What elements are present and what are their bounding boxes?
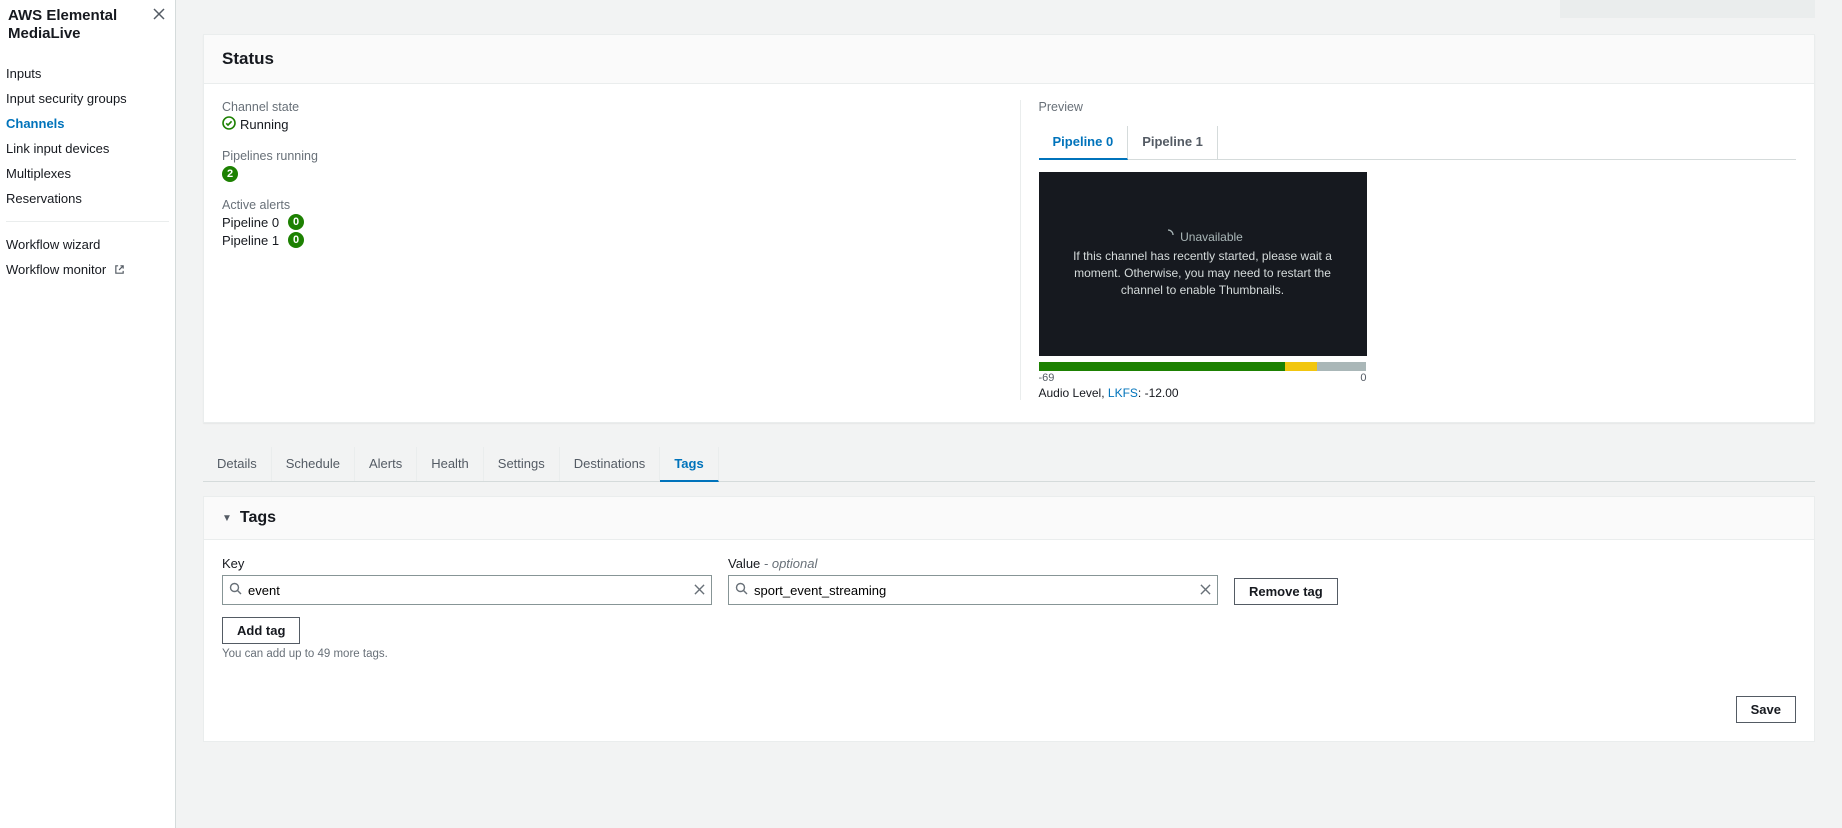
tag-row: Key Value - optional — [222, 556, 1796, 605]
audio-scale-max: 0 — [1360, 372, 1366, 384]
audio-segment-yellow — [1285, 362, 1318, 371]
save-button[interactable]: Save — [1736, 696, 1796, 723]
alert-pipeline-1-count: 0 — [288, 232, 304, 248]
tab-pipeline-0[interactable]: Pipeline 0 — [1039, 126, 1129, 160]
lkfs-link[interactable]: LKFS — [1108, 386, 1138, 400]
channel-state-label: Channel state — [222, 100, 980, 114]
audio-level-meter — [1039, 362, 1367, 371]
audio-level-value: : -12.00 — [1138, 386, 1179, 400]
tag-hint: You can add up to 49 more tags. — [222, 648, 1796, 660]
tag-key-col: Key — [222, 556, 712, 605]
audio-label-prefix: Audio Level, — [1039, 386, 1108, 400]
sidebar-nav: Inputs Input security groups Channels Li… — [0, 57, 175, 287]
audio-scale: -69 0 — [1039, 372, 1367, 384]
tag-key-input[interactable] — [242, 579, 694, 602]
main-content: Status Channel state Running — [176, 0, 1842, 828]
pipelines-count-badge: 2 — [222, 166, 238, 182]
external-link-icon — [114, 262, 125, 279]
channel-tab-bar: Details Schedule Alerts Health Settings … — [203, 447, 1815, 482]
sidebar-item-multiplexes[interactable]: Multiplexes — [0, 161, 175, 186]
tab-schedule[interactable]: Schedule — [272, 447, 355, 481]
sidebar-item-reservations[interactable]: Reservations — [0, 186, 175, 211]
sidebar-item-input-security-groups[interactable]: Input security groups — [0, 86, 175, 111]
alert-row-1: Pipeline 1 0 — [222, 232, 980, 248]
tag-value-input-wrap — [728, 575, 1218, 605]
caret-down-icon: ▼ — [222, 513, 232, 524]
spinner-icon — [1162, 229, 1174, 244]
pipelines-running-label: Pipelines running — [222, 149, 980, 163]
preview-tabs: Pipeline 0 Pipeline 1 — [1039, 126, 1797, 160]
top-bar-button-placeholder — [1560, 0, 1815, 18]
tag-value-col: Value - optional — [728, 556, 1218, 605]
tags-body: Key Value - optional — [204, 540, 1814, 678]
tag-value-label: Value - optional — [728, 556, 1218, 571]
status-panel-header: Status — [204, 35, 1814, 84]
search-icon — [229, 582, 242, 598]
audio-scale-min: -69 — [1039, 372, 1055, 384]
audio-level-label: Audio Level, LKFS: -12.00 — [1039, 386, 1797, 400]
tags-panel: ▼ Tags Key — [203, 496, 1815, 742]
tab-details[interactable]: Details — [203, 447, 272, 481]
sidebar-item-inputs[interactable]: Inputs — [0, 61, 175, 86]
clear-key-icon[interactable] — [694, 583, 705, 598]
alert-pipeline-0-count: 0 — [288, 214, 304, 230]
add-tag-button[interactable]: Add tag — [222, 617, 300, 644]
preview-unavailable-msg: If this channel has recently started, pl… — [1068, 248, 1338, 298]
preview-thumbnail: Unavailable If this channel has recently… — [1039, 172, 1367, 356]
status-body: Channel state Running Pipelines running … — [204, 84, 1814, 422]
workflow-monitor-label: Workflow monitor — [6, 262, 106, 277]
tag-key-input-wrap — [222, 575, 712, 605]
sidebar-item-workflow-monitor[interactable]: Workflow monitor — [0, 257, 175, 283]
alert-row-0: Pipeline 0 0 — [222, 214, 980, 230]
sidebar-item-workflow-wizard[interactable]: Workflow wizard — [0, 232, 175, 257]
tab-pipeline-1[interactable]: Pipeline 1 — [1128, 126, 1218, 159]
status-panel: Status Channel state Running — [203, 34, 1815, 423]
service-title: AWS Elemental MediaLive — [6, 7, 149, 43]
tab-health[interactable]: Health — [417, 447, 484, 481]
status-left: Channel state Running Pipelines running … — [222, 100, 980, 400]
audio-segment-gray — [1317, 362, 1366, 371]
search-icon — [735, 582, 748, 598]
top-bar-placeholder — [203, 0, 1815, 24]
sidebar-item-link-input-devices[interactable]: Link input devices — [0, 136, 175, 161]
tag-key-label: Key — [222, 556, 712, 571]
sidebar-header: AWS Elemental MediaLive — [0, 0, 175, 57]
alert-pipeline-0-name: Pipeline 0 — [222, 215, 280, 230]
check-circle-icon — [222, 116, 236, 133]
tab-destinations[interactable]: Destinations — [560, 447, 661, 481]
clear-value-icon[interactable] — [1200, 583, 1211, 598]
preview-label: Preview — [1039, 100, 1797, 114]
tag-value-input[interactable] — [748, 579, 1200, 602]
tab-tags[interactable]: Tags — [660, 447, 718, 482]
channel-state-value: Running — [240, 117, 288, 132]
sidebar-item-channels[interactable]: Channels — [0, 111, 175, 136]
tags-panel-header[interactable]: ▼ Tags — [204, 497, 1814, 540]
preview-unavailable-title: Unavailable — [1180, 230, 1243, 244]
alert-pipeline-1-name: Pipeline 1 — [222, 233, 280, 248]
preview-section: Preview Pipeline 0 Pipeline 1 Unavailabl… — [1020, 100, 1797, 400]
sidebar-divider — [6, 221, 169, 222]
status-heading: Status — [222, 49, 1796, 69]
active-alerts-label: Active alerts — [222, 198, 980, 212]
tab-settings[interactable]: Settings — [484, 447, 560, 481]
tags-heading: Tags — [240, 509, 276, 527]
remove-tag-button[interactable]: Remove tag — [1234, 578, 1338, 605]
audio-segment-green — [1039, 362, 1285, 371]
tab-alerts[interactable]: Alerts — [355, 447, 417, 481]
sidebar: AWS Elemental MediaLive Inputs Input sec… — [0, 0, 176, 828]
close-icon[interactable] — [149, 7, 169, 25]
